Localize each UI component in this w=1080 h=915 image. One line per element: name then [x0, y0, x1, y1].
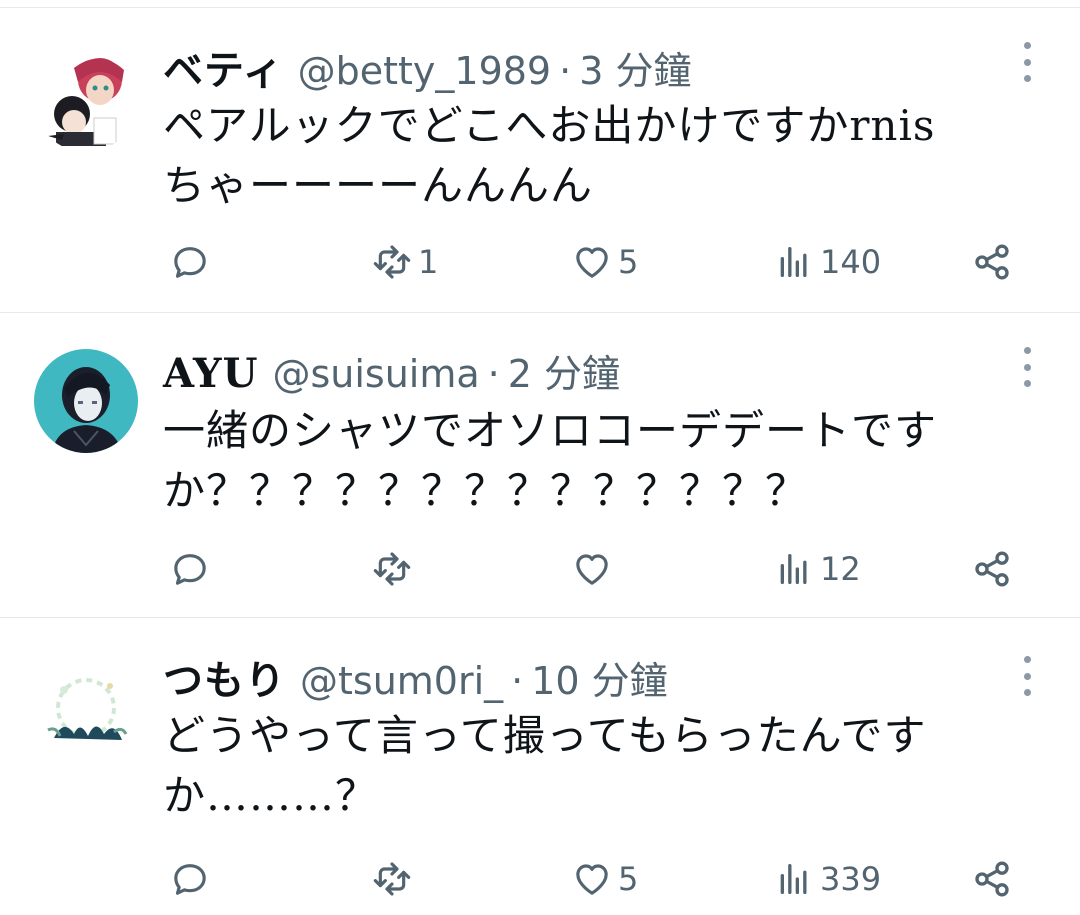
retweet-button[interactable]: 1 — [372, 234, 438, 290]
tweet-text: ペアルックでどこへお出かけですかrnis ちゃーーーーんんんん — [163, 101, 936, 210]
heart-icon — [576, 864, 608, 895]
tweet-feed: ベティ @betty_1989 · 3 分鐘 ペアルックでどこへお出かけですかr… — [0, 0, 1080, 915]
user-handle[interactable]: @tsum0ri_ — [300, 659, 503, 703]
retweet-button[interactable] — [372, 851, 418, 907]
separator-dot: · — [511, 659, 524, 703]
share-icon — [975, 861, 1009, 897]
heart-icon — [576, 247, 608, 278]
timestamp[interactable]: 2 分鐘 — [508, 343, 620, 398]
tweet-actions: 5 339 — [0, 851, 1080, 907]
retweet-button[interactable] — [372, 541, 418, 597]
display-name[interactable]: つもり — [163, 648, 286, 706]
timestamp[interactable]: 10 分鐘 — [531, 650, 667, 705]
avatar[interactable] — [34, 349, 138, 453]
display-name[interactable]: AYU — [163, 350, 258, 397]
speech-bubble-icon — [174, 554, 206, 585]
tweet-actions: 12 — [0, 541, 1080, 597]
retweet-arrows-icon — [373, 552, 411, 586]
tweet-2[interactable]: AYU @suisuima · 2 分鐘 一緒のシャツでオソロコーデデートです … — [0, 313, 1080, 618]
separator-dot: · — [487, 352, 500, 396]
views-button[interactable]: 12 — [774, 541, 861, 597]
share-button[interactable] — [972, 234, 1012, 290]
vertical-dots-icon — [1023, 656, 1031, 663]
reply-button[interactable] — [170, 851, 216, 907]
tweet-header: ベティ @betty_1989 · 3 分鐘 — [163, 38, 990, 94]
like-count: 5 — [618, 243, 639, 281]
like-count: 5 — [618, 860, 639, 898]
like-button[interactable] — [572, 541, 618, 597]
tweet-3[interactable]: つもり @tsum0ri_ · 10 分鐘 どうやって言って撮ってもらったんです… — [0, 618, 1080, 915]
more-options-button[interactable] — [1020, 347, 1034, 387]
separator-dot: · — [559, 49, 572, 93]
more-options-button[interactable] — [1020, 42, 1034, 82]
views-button[interactable]: 339 — [774, 851, 881, 907]
avatar-illustration-icon — [34, 660, 138, 764]
avatar[interactable] — [34, 48, 138, 152]
display-name[interactable]: ベティ — [163, 38, 284, 96]
tweet-header: つもり @tsum0ri_ · 10 分鐘 — [163, 648, 990, 704]
speech-bubble-icon — [174, 864, 206, 895]
retweet-arrows-icon — [373, 862, 411, 896]
speech-bubble-icon — [174, 247, 206, 278]
share-button[interactable] — [972, 851, 1012, 907]
like-button[interactable]: 5 — [572, 234, 638, 290]
user-handle[interactable]: @betty_1989 — [298, 49, 552, 93]
avatar-illustration-icon — [34, 48, 138, 152]
heart-icon — [576, 554, 608, 585]
reply-button[interactable] — [170, 541, 216, 597]
view-count: 339 — [820, 860, 882, 898]
bar-chart-icon — [780, 864, 807, 894]
more-options-button[interactable] — [1020, 656, 1034, 696]
retweet-arrows-icon — [373, 245, 411, 279]
reply-button[interactable] — [170, 234, 216, 290]
tweet-actions: 1 5 140 — [0, 234, 1080, 290]
views-button[interactable]: 140 — [774, 234, 881, 290]
bar-chart-icon — [780, 247, 807, 277]
tweet-1[interactable]: ベティ @betty_1989 · 3 分鐘 ペアルックでどこへお出かけですかr… — [0, 8, 1080, 313]
user-handle[interactable]: @suisuima — [272, 352, 479, 396]
bar-chart-icon — [780, 554, 807, 584]
tweet-header: AYU @suisuima · 2 分鐘 — [163, 343, 990, 398]
like-button[interactable]: 5 — [572, 851, 638, 907]
share-icon — [975, 551, 1009, 587]
view-count: 140 — [820, 243, 882, 281]
share-button[interactable] — [972, 541, 1012, 597]
avatar[interactable] — [34, 660, 138, 764]
retweet-count: 1 — [418, 243, 439, 281]
avatar-illustration-icon — [34, 349, 138, 453]
share-icon — [975, 244, 1009, 280]
view-count: 12 — [820, 550, 861, 588]
vertical-dots-icon — [1023, 42, 1031, 49]
vertical-dots-icon — [1023, 347, 1031, 354]
tweet-text: どうやって言って撮ってもらったんです か………？ — [163, 711, 927, 820]
timestamp[interactable]: 3 分鐘 — [579, 40, 691, 95]
tweet-text: 一緒のシャツでオソロコーデデートです か？？？？？？？？？？？？？？ — [163, 406, 938, 515]
